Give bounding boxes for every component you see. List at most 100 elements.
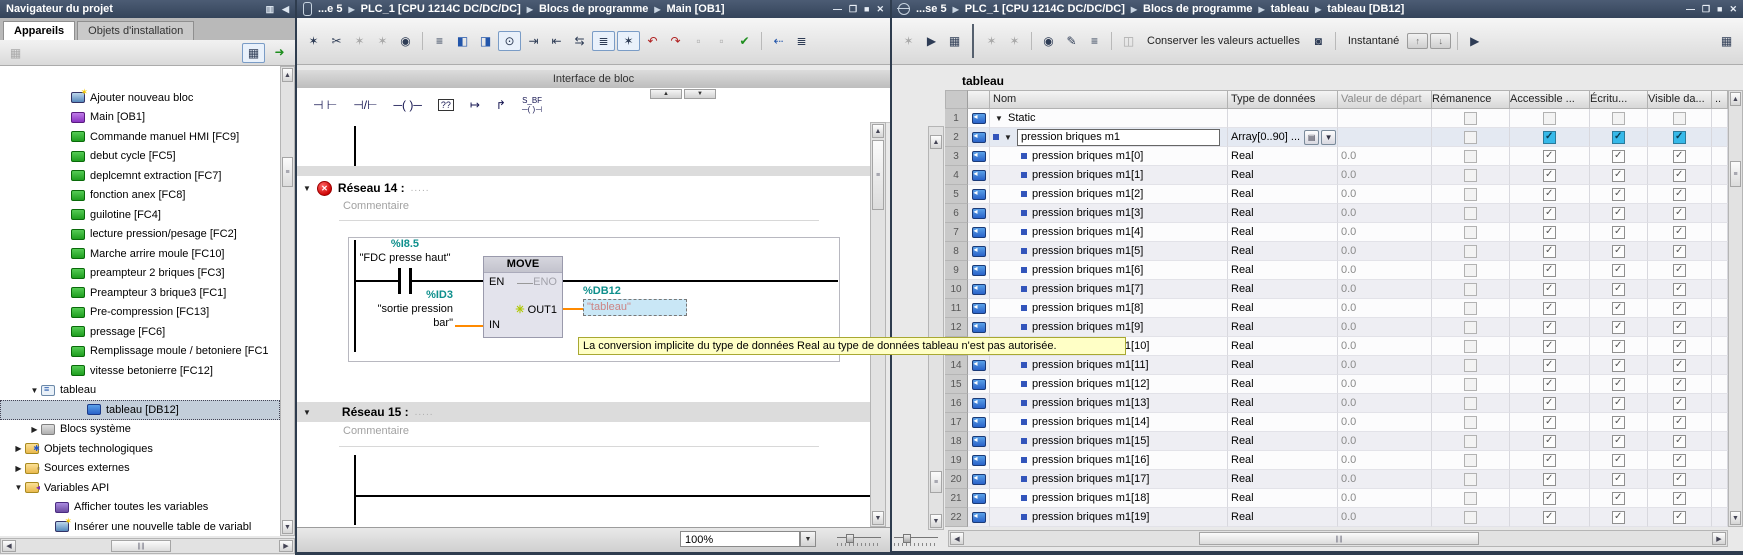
column-header[interactable]: Valeur de départ <box>1338 90 1432 109</box>
splitter-down-icon[interactable]: ▼ <box>684 89 716 99</box>
tree-item[interactable]: ▶ Sources externes <box>0 459 280 479</box>
visible-checkbox[interactable] <box>1673 283 1686 296</box>
separator[interactable] <box>422 32 423 50</box>
tree-item[interactable]: vitesse betonierre [FC12] <box>0 361 280 381</box>
breadcrumb-item[interactable]: PLC_1 [CPU 1214C DC/DC/DC] <box>965 3 1125 15</box>
collapse-box-parameters-icon[interactable]: ⇤ <box>546 32 567 50</box>
out-operand-box[interactable]: "tableau" <box>583 299 687 316</box>
table-row[interactable]: 22 pression briques m1[19] Real ▤ ▼ <box>945 508 1728 527</box>
variable-name[interactable]: pression briques m1 <box>1017 129 1220 146</box>
retain-checkbox[interactable] <box>1464 454 1477 467</box>
insert-row-icon[interactable]: ✶ <box>981 32 1002 50</box>
retain-checkbox[interactable] <box>1464 473 1477 486</box>
retain-checkbox[interactable] <box>1464 131 1477 144</box>
breadcrumb-item[interactable]: Blocs de programme <box>539 3 648 15</box>
block-interface-splitter[interactable]: Interface de bloc <box>297 70 890 89</box>
accessible-checkbox[interactable] <box>1543 511 1556 524</box>
retain-checkbox[interactable] <box>1464 492 1477 505</box>
network-14-comment[interactable]: Commentaire <box>343 200 409 212</box>
previous-error-icon[interactable]: ↶ <box>642 32 663 50</box>
tree-item[interactable]: Preampteur 3 brique3 [FC1] <box>0 283 280 303</box>
tree-item[interactable]: ▶ Objets technologiques <box>0 439 280 459</box>
visible-checkbox[interactable] <box>1673 112 1686 125</box>
data-type-cell[interactable]: Real ▤ ▼ <box>1228 375 1338 394</box>
start-value-cell[interactable]: 0.0 <box>1338 299 1432 318</box>
column-header[interactable]: Accessible ... <box>1510 90 1590 109</box>
network-comments-icon[interactable]: ⊙ <box>498 31 521 51</box>
scroll-up-icon[interactable]: ▲ <box>282 68 293 82</box>
scroll-thumb[interactable]: ≡ <box>282 157 293 187</box>
data-type-cell[interactable]: Real ▤ ▼ <box>1228 204 1338 223</box>
corner-slider-thumb[interactable] <box>903 534 911 543</box>
start-value-cell[interactable]: 0.0 <box>1338 432 1432 451</box>
start-value-cell[interactable]: 0.0 <box>1338 508 1432 527</box>
name-cell[interactable]: pression briques m1[5] <box>990 242 1228 261</box>
data-type-cell[interactable]: Real ▤ ▼ <box>1228 489 1338 508</box>
name-cell[interactable]: pression briques m1[14] <box>990 413 1228 432</box>
scroll-up-icon[interactable]: ▲ <box>872 124 884 138</box>
name-cell[interactable]: pression briques m1[2] <box>990 185 1228 204</box>
db-left-vscrollbar[interactable]: ▲ ≡ ▼ <box>928 126 944 530</box>
db-lock-icon[interactable]: ◙ <box>1308 32 1329 50</box>
accessible-checkbox[interactable] <box>1543 473 1556 486</box>
data-type-cell[interactable]: Real ▤ ▼ <box>1228 413 1338 432</box>
retain-checkbox[interactable] <box>1464 340 1477 353</box>
start-value-cell[interactable]: 0.0 <box>1338 242 1432 261</box>
variable-name[interactable]: pression briques m1[2] <box>1032 188 1143 200</box>
snapshot-upload-icon[interactable]: ↑ <box>1407 33 1428 49</box>
update-block-icon[interactable]: ▫ <box>711 32 732 50</box>
name-cell[interactable]: pression briques m1[3] <box>990 204 1228 223</box>
name-cell[interactable]: pression briques m1[12] <box>990 375 1228 394</box>
visible-checkbox[interactable] <box>1673 207 1686 220</box>
column-header[interactable]: Visible da... <box>1648 90 1712 109</box>
column-header[interactable]: Type de données <box>1228 90 1338 109</box>
favorites-pane-icon[interactable]: ≣ <box>592 31 615 51</box>
open-editor-icon[interactable]: ➜ <box>269 43 290 61</box>
scroll-down-icon[interactable]: ▼ <box>282 520 293 534</box>
accessible-checkbox[interactable] <box>1543 359 1556 372</box>
name-cell[interactable]: pression briques m1[0] <box>990 147 1228 166</box>
table-row[interactable]: 21 pression briques m1[18] Real ▤ ▼ <box>945 489 1728 508</box>
consistency-check-icon[interactable]: ✔ <box>734 32 755 50</box>
expander-icon[interactable]: ▼ <box>12 483 25 492</box>
tree-item[interactable]: Main [OB1] <box>0 108 280 128</box>
data-type-cell[interactable]: Real ▤ ▼ <box>1228 451 1338 470</box>
variable-name[interactable]: Static <box>1008 112 1036 124</box>
data-type-cell[interactable]: Real ▤ ▼ <box>1228 242 1338 261</box>
start-value-cell[interactable]: 0.0 <box>1338 147 1432 166</box>
column-header[interactable]: Écritu... <box>1590 90 1648 109</box>
data-type-cell[interactable]: Real ▤ ▼ <box>1228 147 1338 166</box>
tree-item[interactable]: Pre-compression [FC13] <box>0 303 280 323</box>
accessible-checkbox[interactable] <box>1543 207 1556 220</box>
retain-checkbox[interactable] <box>1464 378 1477 391</box>
network-14-header[interactable]: ▼ Réseau 14 : ..... <box>297 178 870 198</box>
reset-start-values-icon[interactable]: ◉ <box>395 32 416 50</box>
db-vscrollbar[interactable]: ▲ ≡ ▼ <box>1728 90 1743 527</box>
data-type-cell[interactable]: Real ▤ ▼ <box>1228 470 1338 489</box>
move-instruction-box[interactable]: MOVE EN ENO ✳ OUT1 IN <box>483 256 563 338</box>
accessible-checkbox[interactable] <box>1543 169 1556 182</box>
data-type-cell[interactable]: Real ▤ ▼ <box>1228 356 1338 375</box>
retain-checkbox[interactable] <box>1464 416 1477 429</box>
lad-vscrollbar[interactable]: ▲ ≡ ▼ <box>870 122 886 527</box>
close-branch-icon[interactable]: ↱ <box>488 90 514 120</box>
expander-icon[interactable]: ▼ <box>28 386 41 395</box>
float-icon[interactable]: ❐ <box>1702 4 1710 15</box>
start-value-cell[interactable]: 0.0 <box>1338 185 1432 204</box>
start-value-cell[interactable]: 0.0 <box>1338 356 1432 375</box>
start-value-cell[interactable] <box>1338 109 1432 128</box>
sbf-coil-icon[interactable]: S_BF ─( )⊣ <box>514 90 550 120</box>
data-type-cell[interactable]: Real ▤ ▼ <box>1228 337 1338 356</box>
accessible-checkbox[interactable] <box>1543 302 1556 315</box>
retain-checkbox[interactable] <box>1464 226 1477 239</box>
close-icon[interactable]: ✕ <box>1729 4 1737 15</box>
variable-name[interactable]: pression briques m1[15] <box>1032 435 1149 447</box>
name-cell[interactable]: pression briques m1[15] <box>990 432 1228 451</box>
delete-network-icon[interactable]: ✂ <box>326 32 347 50</box>
nc-contact-icon[interactable]: ⊣/⊢ <box>345 90 385 120</box>
display-options-icon[interactable]: ≣ <box>791 32 812 50</box>
data-type-cell[interactable]: Real ▤ ▼ <box>1228 223 1338 242</box>
zoom-slider-thumb[interactable] <box>846 534 854 543</box>
accessible-checkbox[interactable] <box>1543 283 1556 296</box>
variable-name[interactable]: pression briques m1[16] <box>1032 454 1149 466</box>
